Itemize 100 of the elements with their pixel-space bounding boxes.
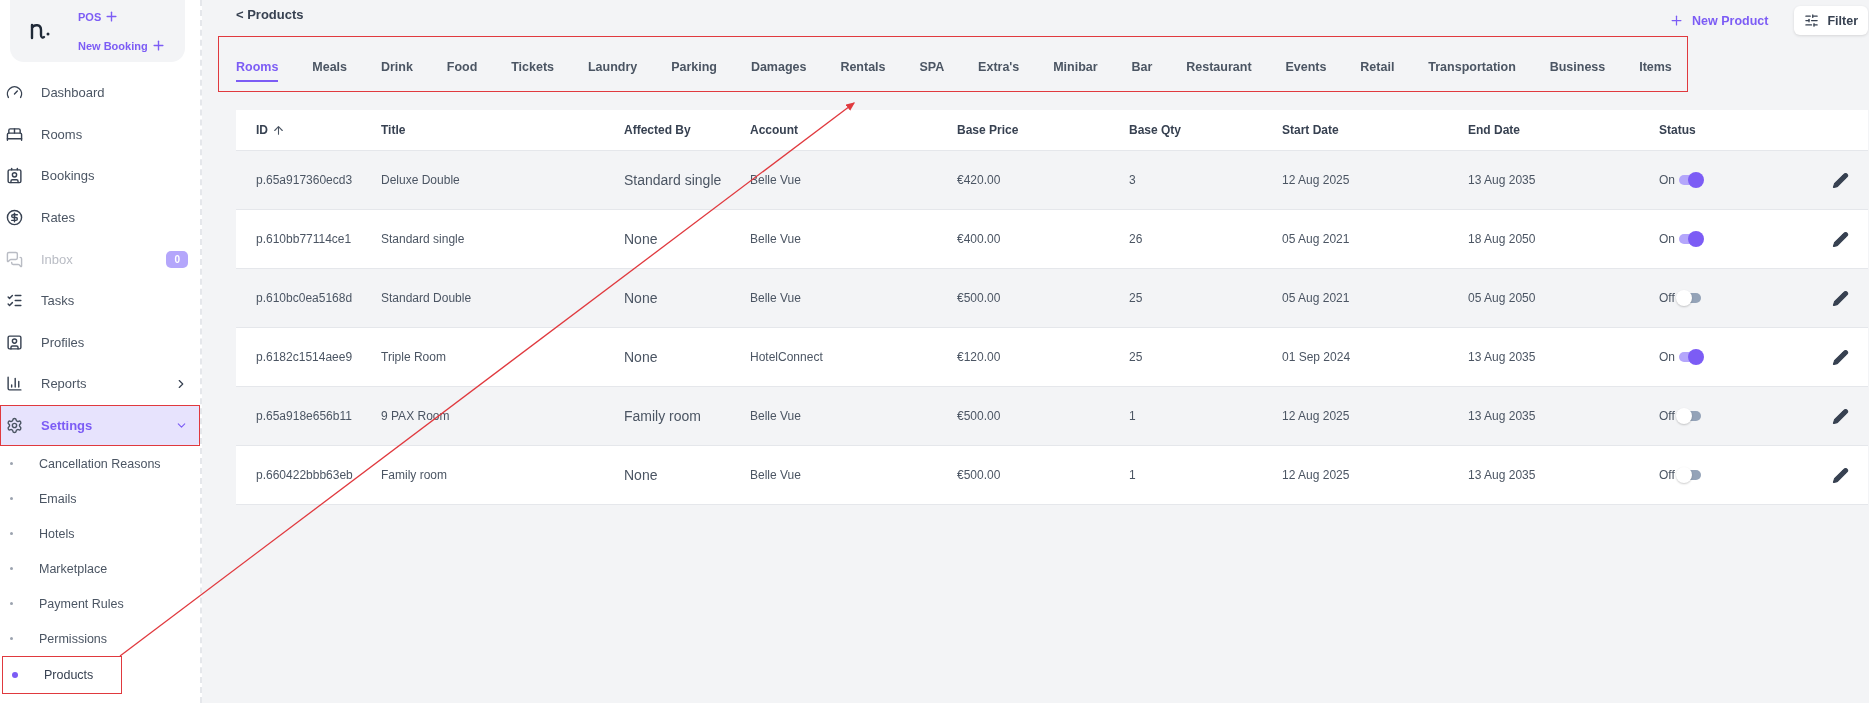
id-cell-text: p.610bc0ea5168d: [256, 291, 354, 305]
sidebar-item[interactable]: Settings: [0, 404, 200, 447]
tab[interactable]: Parking: [671, 54, 717, 82]
affected-by-cell-text: None: [624, 349, 659, 365]
toggle-switch[interactable]: [1678, 411, 1701, 421]
tab[interactable]: Items: [1639, 54, 1672, 82]
column-header[interactable]: Start Date: [1282, 123, 1339, 137]
status-label: Off: [1659, 291, 1675, 305]
tab[interactable]: Restaurant: [1186, 54, 1252, 82]
status-label: On: [1659, 173, 1675, 187]
tab[interactable]: Meals: [312, 54, 347, 82]
dollar-coin-icon: [6, 209, 23, 227]
tab[interactable]: Retail: [1360, 54, 1395, 82]
account-cell-text: Belle Vue: [750, 468, 802, 482]
toggle-switch[interactable]: [1679, 175, 1701, 185]
start-date-cell-text: 12 Aug 2025: [1282, 468, 1351, 482]
start-date-cell-text: 05 Aug 2021: [1282, 291, 1351, 305]
edit-button[interactable]: [1832, 407, 1849, 425]
column-header[interactable]: Affected By: [624, 123, 691, 137]
sidebar-item[interactable]: Profiles: [0, 321, 200, 364]
sidebar-item[interactable]: Rooms: [0, 113, 200, 156]
column-header[interactable]: Base Qty: [1129, 123, 1182, 137]
filter-icon: [1804, 13, 1820, 28]
edit-button[interactable]: [1832, 466, 1849, 484]
start-date-cell-text: 01 Sep 2024: [1282, 350, 1352, 364]
title-cell-text: Triple Room: [381, 350, 447, 364]
pencil-icon: [1832, 407, 1849, 425]
id-cell-text: p.6182c1514aee9: [256, 350, 354, 364]
price-cell-text: €400.00: [957, 232, 1002, 246]
column-header[interactable]: Base Price: [957, 123, 1019, 137]
title-cell-text: Standard Double: [381, 291, 473, 305]
tab[interactable]: Drink: [380, 54, 413, 82]
title-cell-text: Standard single: [381, 232, 466, 246]
submenu-item[interactable]: Cancellation Reasons: [0, 446, 171, 482]
tab[interactable]: Transportation: [1428, 54, 1516, 82]
account-cell-text: Belle Vue: [750, 409, 802, 423]
edit-button[interactable]: [1832, 289, 1849, 307]
edit-button[interactable]: [1832, 348, 1849, 366]
sidebar-item[interactable]: Bookings: [0, 155, 200, 197]
tab[interactable]: Business: [1549, 54, 1606, 82]
column-header[interactable]: Status: [1659, 123, 1696, 137]
sidebar-item[interactable]: Reports: [0, 363, 200, 405]
pencil-icon: [1832, 289, 1849, 307]
logo-icon: [30, 22, 50, 40]
tab[interactable]: Food: [446, 54, 478, 82]
filter-button[interactable]: Filter: [1794, 6, 1868, 35]
tab[interactable]: Tickets: [511, 54, 555, 82]
pencil-icon: [1832, 230, 1849, 248]
quantity-cell-text: 25: [1129, 350, 1144, 364]
affected-by-cell-text: Standard single: [624, 172, 723, 188]
end-date-cell-text: 13 Aug 2035: [1468, 173, 1537, 187]
affected-by-cell-text: None: [624, 231, 659, 247]
pencil-icon: [1832, 348, 1849, 366]
quantity-cell-text: 3: [1129, 173, 1137, 187]
end-date-cell-text: 13 Aug 2035: [1468, 409, 1537, 423]
column-header[interactable]: Account: [750, 123, 798, 137]
price-cell-text: €500.00: [957, 468, 1002, 482]
toggle-switch[interactable]: [1679, 352, 1701, 362]
quick-action-button[interactable]: New Booking: [78, 38, 166, 53]
column-header[interactable]: Title: [381, 123, 406, 137]
tab[interactable]: Rooms: [236, 54, 279, 82]
status-label: Off: [1659, 468, 1675, 482]
id-cell-text: p.610bb77114ce1: [256, 232, 353, 246]
pencil-icon: [1832, 466, 1849, 484]
toggle-switch[interactable]: [1678, 293, 1701, 303]
edit-button[interactable]: [1832, 230, 1849, 248]
new-product-button[interactable]: New Product: [1663, 12, 1775, 29]
tab[interactable]: Laundry: [587, 54, 638, 82]
tab[interactable]: Extra's: [978, 54, 1020, 82]
title-cell-text: Family room: [381, 468, 448, 482]
end-date-cell-text: 18 Aug 2050: [1468, 232, 1537, 246]
sidebar-item[interactable]: Tasks: [0, 279, 200, 322]
toggle-switch[interactable]: [1679, 234, 1701, 244]
start-date-cell-text: 12 Aug 2025: [1282, 173, 1351, 187]
submenu-item[interactable]: Hotels: [0, 516, 85, 552]
tab[interactable]: Events: [1285, 54, 1327, 82]
back-link[interactable]: < Products: [236, 7, 304, 22]
tab[interactable]: Minibar: [1053, 54, 1098, 82]
affected-by-cell-text: None: [624, 467, 659, 483]
submenu-item[interactable]: Payment Rules: [0, 586, 134, 622]
column-header[interactable]: End Date: [1468, 123, 1520, 137]
submenu-item[interactable]: Products: [2, 656, 122, 695]
price-cell-text: €500.00: [957, 291, 1002, 305]
id-cell-text: p.65a917360ecd3: [256, 173, 354, 187]
submenu-item[interactable]: Marketplace: [0, 551, 118, 587]
price-cell-text: €120.00: [957, 350, 1002, 364]
tab[interactable]: SPA: [919, 54, 945, 82]
sidebar-item[interactable]: Rates: [0, 196, 200, 239]
submenu-item[interactable]: Permissions: [0, 621, 118, 657]
quick-action-button[interactable]: POS: [78, 9, 166, 24]
toggle-switch[interactable]: [1678, 470, 1701, 480]
tab[interactable]: Bar: [1131, 54, 1153, 82]
tab[interactable]: Damages: [750, 54, 807, 82]
edit-button[interactable]: [1832, 171, 1849, 189]
quantity-cell-text: 1: [1129, 468, 1137, 482]
column-header[interactable]: ID: [256, 123, 285, 137]
submenu-item[interactable]: Emails: [0, 481, 87, 517]
tab[interactable]: Rentals: [840, 54, 886, 82]
sidebar-item[interactable]: Dashboard: [0, 72, 200, 114]
account-cell-text: Belle Vue: [750, 291, 802, 305]
